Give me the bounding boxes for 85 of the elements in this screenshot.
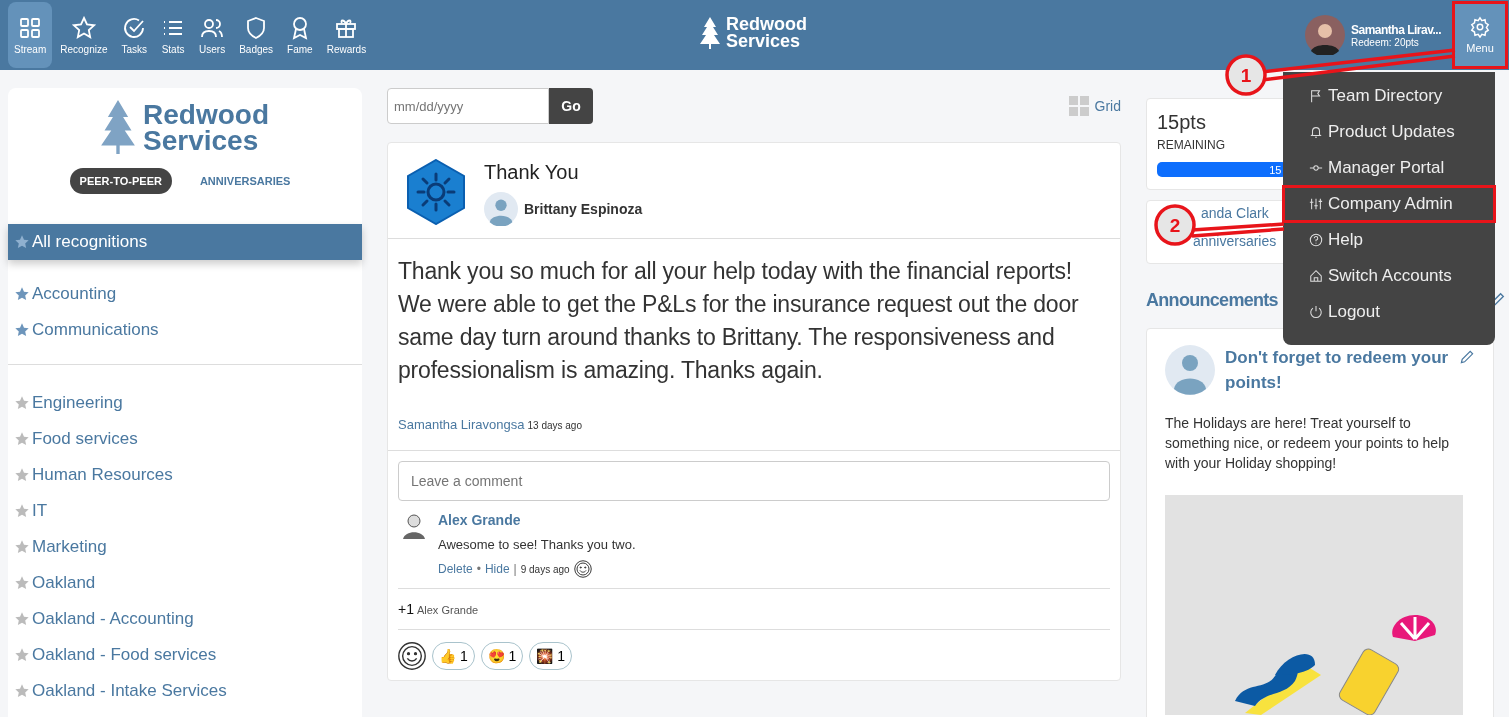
person-avatar-icon bbox=[1165, 345, 1215, 395]
nav-tab[interactable]: Stream bbox=[8, 2, 53, 68]
logo-text: Services bbox=[143, 128, 260, 154]
comment-action-link[interactable]: Delete bbox=[438, 562, 473, 576]
author-link[interactable]: Samantha Liravongsa bbox=[398, 417, 525, 432]
person-avatar-icon bbox=[484, 192, 518, 226]
bar-label: 15 bbox=[1269, 163, 1282, 176]
tree-icon bbox=[700, 17, 720, 49]
gear-icon bbox=[1469, 16, 1491, 38]
comment-time: 9 days ago bbox=[520, 563, 570, 575]
sun-badge-icon bbox=[406, 159, 466, 225]
nav-tab[interactable]: Badges bbox=[233, 2, 280, 68]
go-button[interactable]: Go bbox=[549, 88, 593, 124]
reaction-button[interactable]: 😍 1 bbox=[480, 642, 524, 670]
menu-item[interactable]: Logout bbox=[1283, 294, 1495, 330]
plus-one-count: +1 bbox=[398, 601, 414, 617]
sidebar-item[interactable]: Oakland - Intake Services bbox=[8, 673, 362, 709]
sidebar-item[interactable]: Oakland - Food services bbox=[8, 637, 362, 673]
menu-item[interactable]: Help bbox=[1283, 222, 1495, 258]
nav-tab[interactable]: Fame bbox=[281, 2, 319, 68]
person-avatar-icon bbox=[400, 511, 428, 539]
separator-dot: • bbox=[476, 562, 481, 576]
sidebar-item[interactable]: Human Resources bbox=[8, 457, 362, 493]
sliders-icon bbox=[1309, 197, 1323, 211]
menu-item[interactable]: Product Updates bbox=[1283, 114, 1495, 150]
user-name: Samantha Lirav... bbox=[1351, 22, 1442, 37]
person-link[interactable]: anda Clark bbox=[1201, 205, 1269, 221]
commenter-link[interactable]: Alex Grande bbox=[438, 512, 521, 528]
nav-tab[interactable]: Stats bbox=[155, 2, 192, 68]
smiley-icon[interactable] bbox=[573, 560, 592, 578]
separator-text: | bbox=[513, 562, 517, 576]
brand-name: Redwood bbox=[726, 16, 807, 33]
post-message: Thank you so much for all your help today with the financial reports! We were able to get the P&Ls for the insurance request out the door same day turn around thanks to Brittany. The responsiveness and professionalism is amazing. Thanks again. bbox=[398, 257, 1080, 385]
sidebar-item[interactable]: Communications bbox=[8, 312, 362, 348]
points-value: 15pts bbox=[1157, 111, 1206, 134]
sidebar-item[interactable]: IT bbox=[8, 493, 362, 529]
add-reaction-icon[interactable] bbox=[398, 642, 426, 670]
help-icon bbox=[1309, 233, 1323, 247]
nav-tab[interactable]: Tasks bbox=[115, 2, 154, 68]
anniversaries-link[interactable]: anniversaries bbox=[1193, 233, 1277, 249]
menu-item[interactable]: Switch Accounts bbox=[1283, 258, 1495, 294]
reaction-button[interactable]: 👍 1 bbox=[432, 642, 475, 670]
menu-item[interactable]: Team Directory bbox=[1283, 78, 1495, 114]
star-icon bbox=[71, 15, 96, 40]
points-caption: REMAINING bbox=[1157, 138, 1225, 152]
power-icon bbox=[1309, 305, 1323, 319]
comment-text: Awesome to see! Thanks you two. bbox=[438, 537, 636, 552]
recipient-name: Brittany Espinoza bbox=[524, 201, 643, 217]
menu-item[interactable]: Company Admin bbox=[1283, 186, 1495, 222]
home-icon bbox=[1309, 269, 1323, 283]
sidebar-item[interactable]: Engineering bbox=[8, 385, 362, 421]
avatar-icon[interactable] bbox=[1305, 15, 1345, 55]
comment-field[interactable]: Leave a comment bbox=[398, 461, 1110, 501]
announcement-text: The Holidays are here! Treat yourself to something nice, or redeem your points to help with your Holiday shopping! bbox=[1165, 414, 1451, 473]
logo-text: Redwood bbox=[143, 102, 269, 128]
comment-action-link[interactable]: Hide bbox=[484, 562, 510, 576]
check-circle-icon bbox=[122, 15, 147, 40]
section-title: Announcements bbox=[1146, 289, 1278, 311]
filter-tab[interactable]: PEER-TO-PEER bbox=[69, 168, 172, 194]
tree-icon bbox=[101, 100, 135, 154]
pencil-icon[interactable] bbox=[1459, 349, 1475, 365]
sidebar-item[interactable]: Oakland bbox=[8, 565, 362, 601]
filter-tab[interactable]: ANNIVERSARIES bbox=[189, 168, 301, 194]
nav-tab[interactable]: Recognize bbox=[54, 2, 114, 68]
sidebar-item[interactable]: Oakland - Accounting bbox=[8, 601, 362, 637]
post-time: 13 days ago bbox=[527, 420, 582, 431]
grid-view-link[interactable]: Grid bbox=[1068, 96, 1121, 116]
sidebar-item[interactable]: Food services bbox=[8, 421, 362, 457]
brand-name: Services bbox=[726, 33, 802, 50]
menu-item[interactable]: Manager Portal bbox=[1283, 150, 1495, 186]
redeem-points: Redeem: 20pts bbox=[1351, 36, 1420, 48]
nav-tab[interactable]: Rewards bbox=[320, 2, 373, 68]
sidebar-item[interactable]: All recognitions bbox=[8, 224, 362, 260]
reaction-button[interactable]: 🎇 1 bbox=[529, 642, 573, 670]
sidebar-item[interactable]: Accounting bbox=[8, 276, 362, 312]
menu-button[interactable]: Menu bbox=[1455, 4, 1505, 66]
grid-icon bbox=[18, 15, 43, 40]
nav-tab[interactable]: Users bbox=[193, 2, 232, 68]
plus-one-name: Alex Grande bbox=[416, 604, 479, 616]
announcement-title: Don't forget to redeem your points! bbox=[1225, 347, 1449, 394]
sidebar-item[interactable]: Marketing bbox=[8, 529, 362, 565]
bell-icon bbox=[1309, 125, 1323, 139]
post-title: Thank You bbox=[484, 161, 580, 184]
flag-icon bbox=[1309, 89, 1323, 103]
date-field[interactable]: mm/dd/yyyy bbox=[387, 88, 549, 124]
